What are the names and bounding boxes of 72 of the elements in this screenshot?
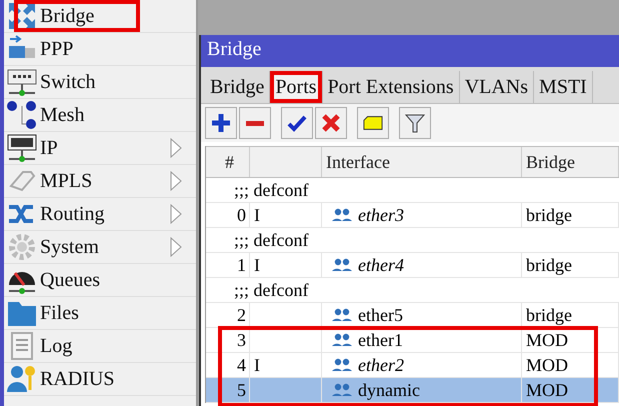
menu-item[interactable]: RADIUS: [4, 363, 196, 396]
column-header[interactable]: #: [206, 147, 250, 177]
interface-name: dynamic: [358, 379, 420, 402]
users-icon: [332, 208, 352, 222]
bridge-name: MOD: [526, 355, 568, 375]
gear-icon: [7, 232, 37, 262]
add-button[interactable]: [205, 107, 237, 139]
menu-item[interactable]: IP: [4, 132, 196, 165]
bridge-name: bridge: [526, 255, 572, 275]
users-icon: [332, 333, 352, 347]
menu-item[interactable]: MPLS: [4, 165, 196, 198]
interface-name: ether1: [358, 329, 403, 352]
row-number: 0: [206, 203, 250, 227]
interface-name: ether3: [358, 204, 404, 227]
menu-item[interactable]: Routing: [4, 198, 196, 231]
menu-item[interactable]: PPP: [4, 33, 196, 66]
column-header[interactable]: Interface: [322, 147, 522, 177]
filter-icon: [405, 113, 425, 133]
menu-item[interactable]: Queues: [4, 264, 196, 297]
menu-item[interactable]: Files: [4, 297, 196, 330]
tab[interactable]: Port Extensions: [322, 71, 460, 103]
flag-text: I: [254, 355, 260, 375]
note-icon: [363, 113, 383, 133]
column-header[interactable]: Bridge: [522, 147, 619, 177]
enable-button[interactable]: [281, 107, 313, 139]
bridge-name: bridge: [526, 305, 572, 325]
flag-text: I: [254, 205, 260, 225]
row-number: 5: [206, 378, 250, 402]
menu-item[interactable]: Bridge: [4, 0, 196, 33]
switch-icon: [7, 67, 37, 97]
comment-text: ;;; defconf: [233, 229, 308, 252]
minus-icon: [245, 120, 265, 126]
menu-item[interactable]: System: [4, 231, 196, 264]
disable-button[interactable]: [315, 107, 347, 139]
menu-item[interactable]: Switch: [4, 66, 196, 99]
comment-text: ;;; defconf: [233, 279, 308, 302]
cross-icon: [321, 113, 341, 133]
filter-button[interactable]: [399, 107, 431, 139]
interface-name: ether2: [358, 354, 404, 377]
bridge-name: MOD: [526, 380, 568, 400]
users-icon: [332, 358, 352, 372]
submenu-arrow-icon: [170, 138, 182, 158]
window-title: Bridge: [201, 35, 619, 67]
user-key-icon: [7, 364, 37, 394]
display-icon: [7, 133, 37, 163]
tab[interactable]: Ports: [270, 71, 323, 103]
comment-button[interactable]: [357, 107, 389, 139]
flag-text: I: [254, 255, 260, 275]
comment-text: ;;; defconf: [233, 179, 308, 202]
row-number: 4: [206, 353, 250, 377]
users-icon: [332, 258, 352, 272]
users-icon: [332, 308, 352, 322]
row-number: 3: [206, 328, 250, 352]
menu-item[interactable]: Mesh: [4, 99, 196, 132]
checkmark-icon: [287, 113, 307, 133]
interface-name: ether5: [358, 304, 403, 327]
submenu-arrow-icon: [170, 237, 182, 257]
tab[interactable]: VLANs: [460, 71, 534, 103]
row-number: 1: [206, 253, 250, 277]
row-number: 2: [206, 303, 250, 327]
plus-icon: [211, 113, 231, 133]
submenu-arrow-icon: [170, 171, 182, 191]
nodes-icon: [7, 100, 37, 130]
users-icon: [332, 383, 352, 397]
submenu-arrow-icon: [170, 204, 182, 224]
bridge-name: MOD: [526, 330, 568, 350]
remove-button[interactable]: [239, 107, 271, 139]
arrows-icon: [7, 1, 37, 31]
interface-name: ether4: [358, 254, 404, 277]
menu-item[interactable]: Log: [4, 330, 196, 363]
tab[interactable]: MSTI: [534, 71, 593, 103]
bridge-name: bridge: [526, 205, 572, 225]
